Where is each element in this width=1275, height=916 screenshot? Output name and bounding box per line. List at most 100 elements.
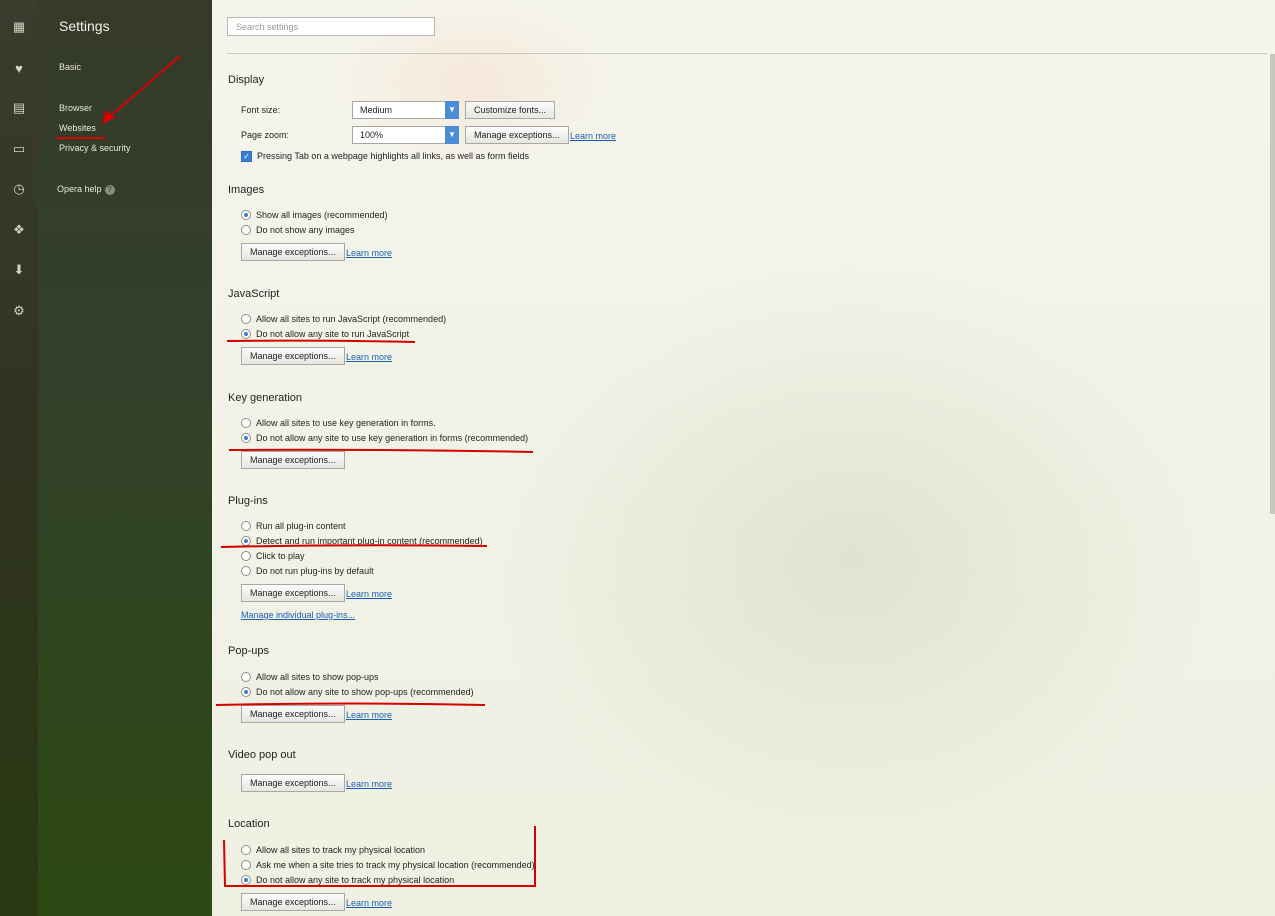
nav-item-websites[interactable]: Websites	[59, 123, 96, 133]
plugins-option-run-all[interactable]: Run all plug-in content	[241, 520, 346, 532]
radio-selected-icon	[241, 329, 251, 339]
settings-content: Display Font size: Medium ▼ Customize fo…	[212, 0, 1275, 916]
font-size-select[interactable]: Medium ▼	[352, 101, 459, 119]
images-manage-exceptions-button[interactable]: Manage exceptions...	[241, 243, 345, 261]
radio-selected-icon	[241, 875, 251, 885]
option-label: Do not allow any site to show pop-ups (r…	[256, 687, 474, 697]
javascript-option-allow[interactable]: Allow all sites to run JavaScript (recom…	[241, 313, 446, 325]
option-label: Allow all sites to use key generation in…	[256, 418, 436, 428]
popups-option-allow[interactable]: Allow all sites to show pop-ups	[241, 671, 379, 683]
extensions-icon[interactable]: ❖	[0, 220, 38, 240]
speed-dial-icon[interactable]: ▦	[0, 17, 38, 37]
nav-title: Settings	[59, 18, 110, 34]
font-size-label: Font size:	[241, 105, 281, 115]
popups-option-block[interactable]: Do not allow any site to show pop-ups (r…	[241, 686, 474, 698]
heart-icon[interactable]: ♥	[0, 58, 38, 78]
images-option-none[interactable]: Do not show any images	[241, 224, 355, 236]
zoom-manage-exceptions-button[interactable]: Manage exceptions...	[465, 126, 569, 144]
section-title-display: Display	[228, 74, 265, 86]
divider	[227, 53, 1267, 54]
location-option-block[interactable]: Do not allow any site to track my physic…	[241, 874, 454, 886]
option-label: Do not allow any site to use key generat…	[256, 433, 529, 443]
popups-learn-more-link[interactable]: Learn more	[346, 710, 392, 720]
location-option-allow[interactable]: Allow all sites to track my physical loc…	[241, 844, 425, 856]
radio-icon	[241, 418, 251, 428]
section-title-keygen: Key generation	[228, 392, 302, 404]
location-option-ask[interactable]: Ask me when a site tries to track my phy…	[241, 859, 535, 871]
plugins-option-none[interactable]: Do not run plug-ins by default	[241, 565, 374, 577]
radio-selected-icon	[241, 433, 251, 443]
settings-icon[interactable]: ⚙	[0, 301, 38, 321]
location-manage-exceptions-button[interactable]: Manage exceptions...	[241, 893, 345, 911]
devices-icon[interactable]: ▭	[0, 139, 38, 159]
radio-icon	[241, 551, 251, 561]
option-label: Do not allow any site to run JavaScript	[256, 329, 410, 339]
downloads-icon[interactable]: ⬇	[0, 260, 38, 280]
nav-item-help[interactable]: Opera help?	[57, 184, 115, 195]
option-label: Do not allow any site to track my physic…	[256, 875, 455, 885]
popups-manage-exceptions-button[interactable]: Manage exceptions...	[241, 705, 345, 723]
plugins-manage-exceptions-button[interactable]: Manage exceptions...	[241, 584, 345, 602]
javascript-option-block[interactable]: Do not allow any site to run JavaScript	[241, 328, 409, 340]
location-learn-more-link[interactable]: Learn more	[346, 898, 392, 908]
font-size-value: Medium	[360, 105, 393, 115]
scrollbar[interactable]	[1270, 54, 1275, 514]
javascript-manage-exceptions-button[interactable]: Manage exceptions...	[241, 347, 345, 365]
option-label: Allow all sites to show pop-ups	[256, 672, 379, 682]
video-learn-more-link[interactable]: Learn more	[346, 779, 392, 789]
nav-item-privacy[interactable]: Privacy & security	[59, 143, 131, 153]
javascript-learn-more-link[interactable]: Learn more	[346, 352, 392, 362]
images-option-show-all[interactable]: Show all images (recommended)	[241, 209, 388, 221]
nav-item-browser[interactable]: Browser	[59, 103, 92, 113]
option-label: Click to play	[256, 551, 305, 561]
nav-help-label: Opera help	[57, 184, 102, 194]
tab-highlight-label: Pressing Tab on a webpage highlights all…	[257, 151, 529, 161]
page-zoom-select[interactable]: 100% ▼	[352, 126, 459, 144]
checkbox-checked-icon: ✓	[241, 150, 252, 162]
option-label: Ask me when a site tries to track my phy…	[256, 860, 535, 870]
option-label: Allow all sites to track my physical loc…	[256, 845, 426, 855]
video-manage-exceptions-button[interactable]: Manage exceptions...	[241, 774, 345, 792]
radio-icon	[241, 672, 251, 682]
radio-icon	[241, 314, 251, 324]
news-icon[interactable]: ▤	[0, 98, 38, 118]
page-zoom-label: Page zoom:	[241, 130, 290, 140]
radio-selected-icon	[241, 536, 251, 546]
plugins-option-click-to-play[interactable]: Click to play	[241, 550, 305, 562]
help-icon: ?	[104, 184, 115, 195]
plugins-learn-more-link[interactable]: Learn more	[346, 589, 392, 599]
section-title-javascript: JavaScript	[228, 288, 280, 300]
section-title-images: Images	[228, 184, 265, 196]
manage-individual-plugins-link[interactable]: Manage individual plug-ins...	[241, 610, 355, 620]
option-label: Run all plug-in content	[256, 521, 346, 531]
radio-icon	[241, 860, 251, 870]
radio-selected-icon	[241, 687, 251, 697]
radio-icon	[241, 521, 251, 531]
keygen-manage-exceptions-button[interactable]: Manage exceptions...	[241, 451, 345, 469]
option-label: Do not show any images	[256, 225, 355, 235]
section-title-popups: Pop-ups	[228, 645, 269, 657]
chevron-down-icon: ▼	[445, 101, 459, 119]
search-input[interactable]	[227, 17, 435, 36]
settings-nav: Settings Basic Browser Websites Privacy …	[38, 0, 212, 916]
section-title-video-popout: Video pop out	[228, 749, 296, 761]
radio-selected-icon	[241, 210, 251, 220]
radio-icon	[241, 845, 251, 855]
option-label: Show all images (recommended)	[256, 210, 388, 220]
chevron-down-icon: ▼	[445, 126, 459, 144]
section-title-plugins: Plug-ins	[228, 495, 268, 507]
option-label: Do not run plug-ins by default	[256, 566, 374, 576]
tab-highlight-checkbox[interactable]: ✓ Pressing Tab on a webpage highlights a…	[241, 150, 529, 162]
history-icon[interactable]: ◷	[0, 179, 38, 199]
page-zoom-value: 100%	[360, 130, 384, 140]
keygen-option-block[interactable]: Do not allow any site to use key generat…	[241, 432, 528, 444]
images-learn-more-link[interactable]: Learn more	[346, 248, 392, 258]
zoom-learn-more-link[interactable]: Learn more	[570, 131, 616, 141]
keygen-option-allow[interactable]: Allow all sites to use key generation in…	[241, 417, 436, 429]
sidebar-icon-strip: ▦ ♥ ▤ ▭ ◷ ❖ ⬇ ⚙	[0, 0, 38, 916]
plugins-option-detect[interactable]: Detect and run important plug-in content…	[241, 535, 483, 547]
customize-fonts-button[interactable]: Customize fonts...	[465, 101, 556, 119]
nav-item-basic[interactable]: Basic	[59, 62, 81, 72]
option-label: Detect and run important plug-in content…	[256, 536, 483, 546]
section-title-location: Location	[228, 818, 270, 830]
